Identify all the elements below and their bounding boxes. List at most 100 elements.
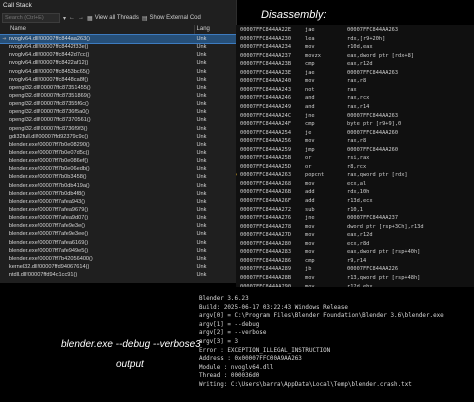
disassembly-line[interactable]: ●00007FFC844AA263 popcnt rax,qword ptr [rd… — [236, 171, 474, 180]
disassembly-line[interactable]: 00007FFC844AA28B mov r13,qword ptr [rsp+48… — [236, 274, 474, 283]
call-stack-row[interactable]: opengl32.dll!00007ffc8736f9f3() Unk — [0, 125, 236, 133]
instruction-address: 00007FFC844AA249 — [240, 103, 292, 110]
frame-marker — [0, 271, 9, 279]
call-stack-row[interactable]: nvoglv64.dll!00007ffc8448ca8f() Unk — [0, 76, 236, 84]
disassembly-line[interactable]: 00007FFC844AA25B or rsi,rax — [236, 154, 474, 163]
console-line: argv[2] = --verbose — [199, 330, 267, 337]
call-stack-row[interactable]: opengl32.dll!00007ffc87355f6c() Unk — [0, 100, 236, 108]
call-stack-row[interactable]: blender.exe!00007ff7afe9e3ee() Unk — [0, 230, 236, 238]
column-header-name[interactable]: Name — [0, 25, 194, 34]
call-stack-row[interactable]: blender.exe!00007ff7afe9e3e() Unk — [0, 222, 236, 230]
instruction-operands: 00007FFC844AA260 — [347, 146, 399, 153]
disassembly-line[interactable]: 00007FFC844AA280 mov ecx,r8d — [236, 240, 474, 249]
instruction-mnemonic: mov — [305, 283, 315, 288]
instruction-address: 00007FFC844AA22E — [240, 27, 292, 33]
instruction-mnemonic: jne — [305, 215, 315, 222]
show-external-code-label: Show External Cod — [149, 15, 201, 21]
call-stack-row[interactable]: nvoglv64.dll!00007ffc8442f33e() Unk — [0, 43, 236, 51]
disassembly-line[interactable]: 00007FFC844AA234 mov r10d,eax — [236, 43, 474, 52]
frame-language: Unk — [196, 117, 207, 124]
instruction-address: 00007FFC844AA289 — [240, 266, 292, 273]
call-stack-row[interactable]: kernel32.dll!00007ffd94067614() Unk — [0, 263, 236, 271]
disassembly-line[interactable]: 00007FFC844AA283 mov eax,dword ptr [rsp+40… — [236, 248, 474, 257]
call-stack-row[interactable]: blender.exe!00007ff7b0db419a() Unk — [0, 182, 236, 190]
call-stack-row[interactable]: nvoglv64.dll!00007ffc8422af12() Unk — [0, 59, 236, 67]
call-stack-row[interactable]: nvoglv64.dll!00007ffc8453bc65() Unk — [0, 68, 236, 76]
instruction-operands: rax,rcx — [347, 95, 370, 102]
disassembly-line[interactable]: 00007FFC844AA246 and rax,rcx — [236, 94, 474, 103]
disassembly-line[interactable]: 00007FFC844AA256 mov rax,r8 — [236, 137, 474, 146]
frame-name: blender.exe!00007ff7b0e08290() — [8, 141, 90, 148]
frame-marker — [0, 76, 9, 84]
disassembly-line[interactable]: 00007FFC844AA23B cmp eax,r12d — [236, 60, 474, 69]
instruction-address: 00007FFC844AA26F — [240, 198, 292, 204]
disassembly-line[interactable]: 00007FFC844AA254 je 00007FFC844AA260 — [236, 129, 474, 138]
disassembly-line[interactable]: 00007FFC844AA289 jb 00007FFC844AA226 — [236, 265, 474, 274]
instruction-address: 00007FFC844AA23B — [240, 61, 292, 68]
call-stack-row[interactable]: blender.exe!00007ff7b42056400() Unk — [0, 255, 236, 263]
console-line: Blender 3.6.23 — [199, 296, 249, 302]
disassembly-line[interactable]: 00007FFC844AA22E jae 00007FFC844AA263 — [236, 26, 474, 35]
disassembly-line[interactable]: 00007FFC844AA276 jne 00007FFC844AA237 — [236, 214, 474, 223]
call-stack-row[interactable]: blender.exe!00007ff7b0b3458() Unk — [0, 173, 236, 181]
instruction-mnemonic: cmp — [305, 121, 315, 128]
instruction-address: 00007FFC844AA230 — [240, 35, 292, 42]
frame-language: Unk — [196, 101, 207, 108]
instruction-operands: rax,qword ptr [rdx] — [347, 172, 408, 179]
disassembly-line[interactable]: 00007FFC844AA268 mov ecx,al — [236, 180, 474, 189]
instruction-operands: 00007FFC844AA237 — [347, 215, 399, 222]
instruction-operands: rax,r14 — [347, 103, 370, 110]
view-all-threads-button[interactable]: ▦ View all Threads — [87, 15, 139, 22]
console-line: Address : 0x00007FFC00A9AA263 — [199, 356, 302, 363]
call-stack-row[interactable]: gdi32full.dll!00007ffd92379c9c() Unk — [0, 133, 236, 141]
disassembly-line[interactable]: 00007FFC844AA26B add rdx,10h — [236, 188, 474, 197]
call-stack-row[interactable]: ntdll.dll!00007ffd94c1cc91() Unk — [0, 271, 236, 279]
call-stack-row[interactable]: opengl32.dll!00007ffc87370561() Unk — [0, 116, 236, 124]
call-stack-row[interactable]: blender.exe!00007ff7afea943() Unk — [0, 198, 236, 206]
disassembly-line[interactable]: 00007FFC844AA27D mov eax,r12d — [236, 231, 474, 240]
call-stack-search-input[interactable] — [2, 13, 60, 23]
navigate-back-icon[interactable]: ← — [69, 15, 75, 21]
instruction-mnemonic: jne — [305, 112, 315, 119]
call-stack-row[interactable]: blender.exe!00007ff7afea9d07() Unk — [0, 214, 236, 222]
disassembly-line[interactable]: 00007FFC844AA24F cmp byte ptr [r9+9],0 — [236, 120, 474, 129]
call-stack-row[interactable]: blender.exe!00007ff7afe949e5() Unk — [0, 247, 236, 255]
disassembly-line[interactable]: 00007FFC844AA243 not rax — [236, 86, 474, 95]
navigate-forward-icon[interactable]: → — [78, 15, 84, 21]
disassembly-line[interactable]: 00007FFC844AA286 cmp r9,r14 — [236, 257, 474, 266]
disassembly-line[interactable]: 00007FFC844AA230 lea rdx,[r9+20h] — [236, 35, 474, 44]
disassembly-line[interactable]: 00007FFC844AA25D or r8,rcx — [236, 163, 474, 172]
disassembly-line[interactable]: 00007FFC844AA272 sub r10,1 — [236, 206, 474, 215]
disassembly-line[interactable]: 00007FFC844AA24C jne 00007FFC844AA263 — [236, 112, 474, 121]
call-stack-row[interactable]: blender.exe!00007ff7b0e08290() Unk — [0, 141, 236, 149]
call-stack-row[interactable]: opengl32.dll!00007ffc8736f5a0() Unk — [0, 108, 236, 116]
instruction-mnemonic: mov — [305, 223, 315, 230]
disassembly-line[interactable]: 00007FFC844AA23E jae 00007FFC844AA263 — [236, 69, 474, 78]
disassembly-line[interactable]: 00007FFC844AA249 and rax,r14 — [236, 103, 474, 112]
disassembly-line[interactable]: 00007FFC844AA278 mov dword ptr [rsp+3Ch],r… — [236, 223, 474, 232]
instruction-mnemonic: mov — [305, 138, 315, 145]
disassembly-line[interactable]: 00007FFC844AA290 mov r12d,ebx — [236, 283, 474, 288]
call-stack-row[interactable]: blender.exe!00007ff7b0db4f8() Unk — [0, 190, 236, 198]
instruction-operands: 00007FFC844AA263 — [347, 69, 399, 76]
call-stack-row[interactable]: blender.exe!00007ff7afea6169() Unk — [0, 239, 236, 247]
call-stack-row[interactable]: blender.exe!00007ff7afea9679() Unk — [0, 206, 236, 214]
call-stack-row[interactable]: opengl32.dll!00007ffc87351455() Unk — [0, 84, 236, 92]
disassembly-line[interactable]: 00007FFC844AA259 jmp 00007FFC844AA260 — [236, 146, 474, 155]
call-stack-row[interactable]: ➔ nvoglv64.dll!00007ffc844aa263() Unk — [0, 33, 236, 45]
call-stack-row[interactable]: blender.exe!00007ff7b0e07d5c() Unk — [0, 149, 236, 157]
show-external-code-button[interactable]: ▤ Show External Cod — [142, 15, 201, 22]
disassembly-line[interactable]: 00007FFC844AA237 movzx eax,dword ptr [rdx+… — [236, 52, 474, 61]
call-stack-row[interactable]: blender.exe!00007ff7b0e06edb() Unk — [0, 165, 236, 173]
call-stack-row[interactable]: nvoglv64.dll!00007ffc8442d7cc() Unk — [0, 51, 236, 59]
instruction-address: 00007FFC844AA28B — [240, 274, 292, 281]
call-stack-row[interactable]: blender.exe!00007ff7b0e086ef() Unk — [0, 157, 236, 165]
column-header-lang[interactable]: Lang — [193, 25, 236, 34]
frame-language: Unk — [196, 141, 207, 148]
disassembly-line[interactable]: 00007FFC844AA240 mov rax,r8 — [236, 77, 474, 86]
call-stack-row[interactable]: opengl32.dll!00007ffc87351869() Unk — [0, 92, 236, 100]
call-stack-header: Name Lang — [0, 25, 236, 35]
disassembly-line[interactable]: 00007FFC844AA26F add r13d,ecx — [236, 197, 474, 206]
search-options-icon[interactable]: ▾ — [63, 15, 66, 22]
frame-language: Unk — [196, 255, 207, 262]
